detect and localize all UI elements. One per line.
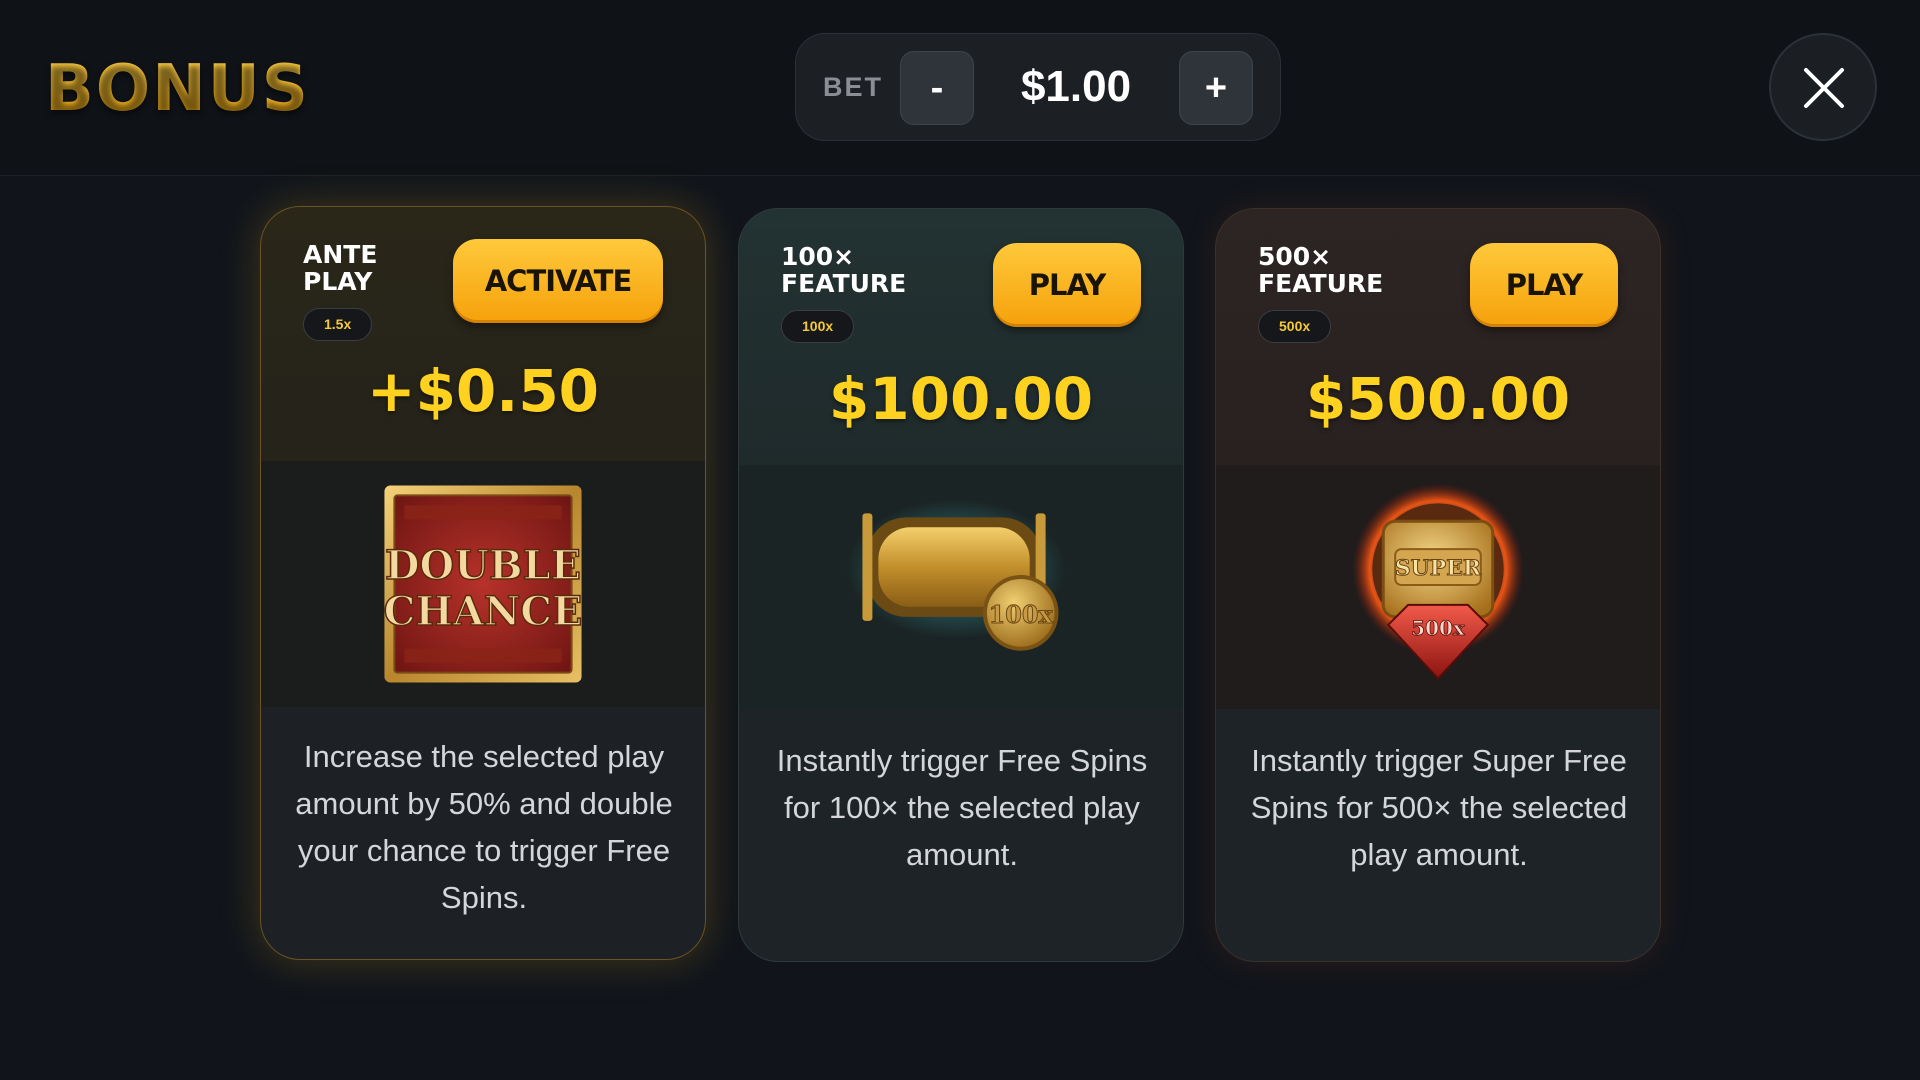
double-chance-text-2: CHANCE bbox=[384, 589, 583, 635]
double-chance-text-1: DOUBLE bbox=[385, 543, 581, 589]
card-description: Increase the selected play amount by 50%… bbox=[295, 739, 673, 915]
multiplier-badge: 100x bbox=[781, 310, 855, 343]
bet-increase-button[interactable]: + bbox=[1179, 51, 1253, 125]
bonus-card-100x-feature: 100× FEATURE 100x PLAY $100.00 100x Inst… bbox=[738, 208, 1184, 962]
card-title: 100× FEATURE bbox=[781, 243, 931, 297]
bonus-card-500x-feature: 500× FEATURE 500x PLAY $500.00 SUPER 500… bbox=[1215, 208, 1661, 962]
card-amount: $500.00 bbox=[1305, 365, 1571, 433]
double-chance-icon: DOUBLE CHANCE bbox=[383, 485, 583, 683]
play-button[interactable]: PLAY bbox=[1470, 243, 1618, 327]
card-amount: $100.00 bbox=[828, 365, 1094, 433]
header-bar: BONUS BET - $1.00 + bbox=[0, 0, 1920, 176]
bet-control: BET - $1.00 + bbox=[795, 33, 1281, 141]
card-amount: +$0.50 bbox=[366, 357, 600, 425]
card-title-line2: PLAY bbox=[303, 267, 373, 296]
bet-decrease-button[interactable]: - bbox=[900, 51, 974, 125]
bet-amount: $1.00 bbox=[1020, 62, 1132, 111]
close-button[interactable] bbox=[1769, 33, 1877, 141]
page-title: BONUS bbox=[45, 52, 310, 126]
activate-button[interactable]: ACTIVATE bbox=[453, 239, 663, 323]
multiplier-badge: 1.5x bbox=[303, 308, 373, 341]
play-button[interactable]: PLAY bbox=[993, 243, 1141, 327]
bonus-card-ante-play: ANTE PLAY 1.5x ACTIVATE +$0.50 DOUBLE CH… bbox=[260, 206, 706, 960]
card-title: 500× FEATURE bbox=[1258, 243, 1408, 297]
super-text: SUPER bbox=[1395, 555, 1482, 581]
super-gem-icon: SUPER 500x bbox=[1352, 483, 1524, 681]
gem-multiplier-text: 500x bbox=[1411, 616, 1465, 640]
card-title-line2: FEATURE bbox=[781, 269, 907, 298]
coin-multiplier-text: 100x bbox=[989, 601, 1054, 629]
multiplier-badge: 500x bbox=[1258, 310, 1332, 343]
card-title-line1: ANTE bbox=[303, 240, 378, 269]
card-description: Instantly trigger Free Spins for 100× th… bbox=[776, 743, 1148, 872]
close-icon bbox=[1804, 68, 1844, 108]
cartouche-coin-icon: 100x bbox=[846, 499, 1066, 651]
card-description: Instantly trigger Super Free Spins for 5… bbox=[1250, 743, 1628, 872]
card-title-line1: 100× bbox=[781, 242, 855, 271]
card-title: ANTE PLAY bbox=[303, 241, 453, 295]
card-title-line2: FEATURE bbox=[1258, 269, 1384, 298]
bet-label: BET bbox=[823, 72, 883, 102]
card-title-line1: 500× bbox=[1258, 242, 1332, 271]
